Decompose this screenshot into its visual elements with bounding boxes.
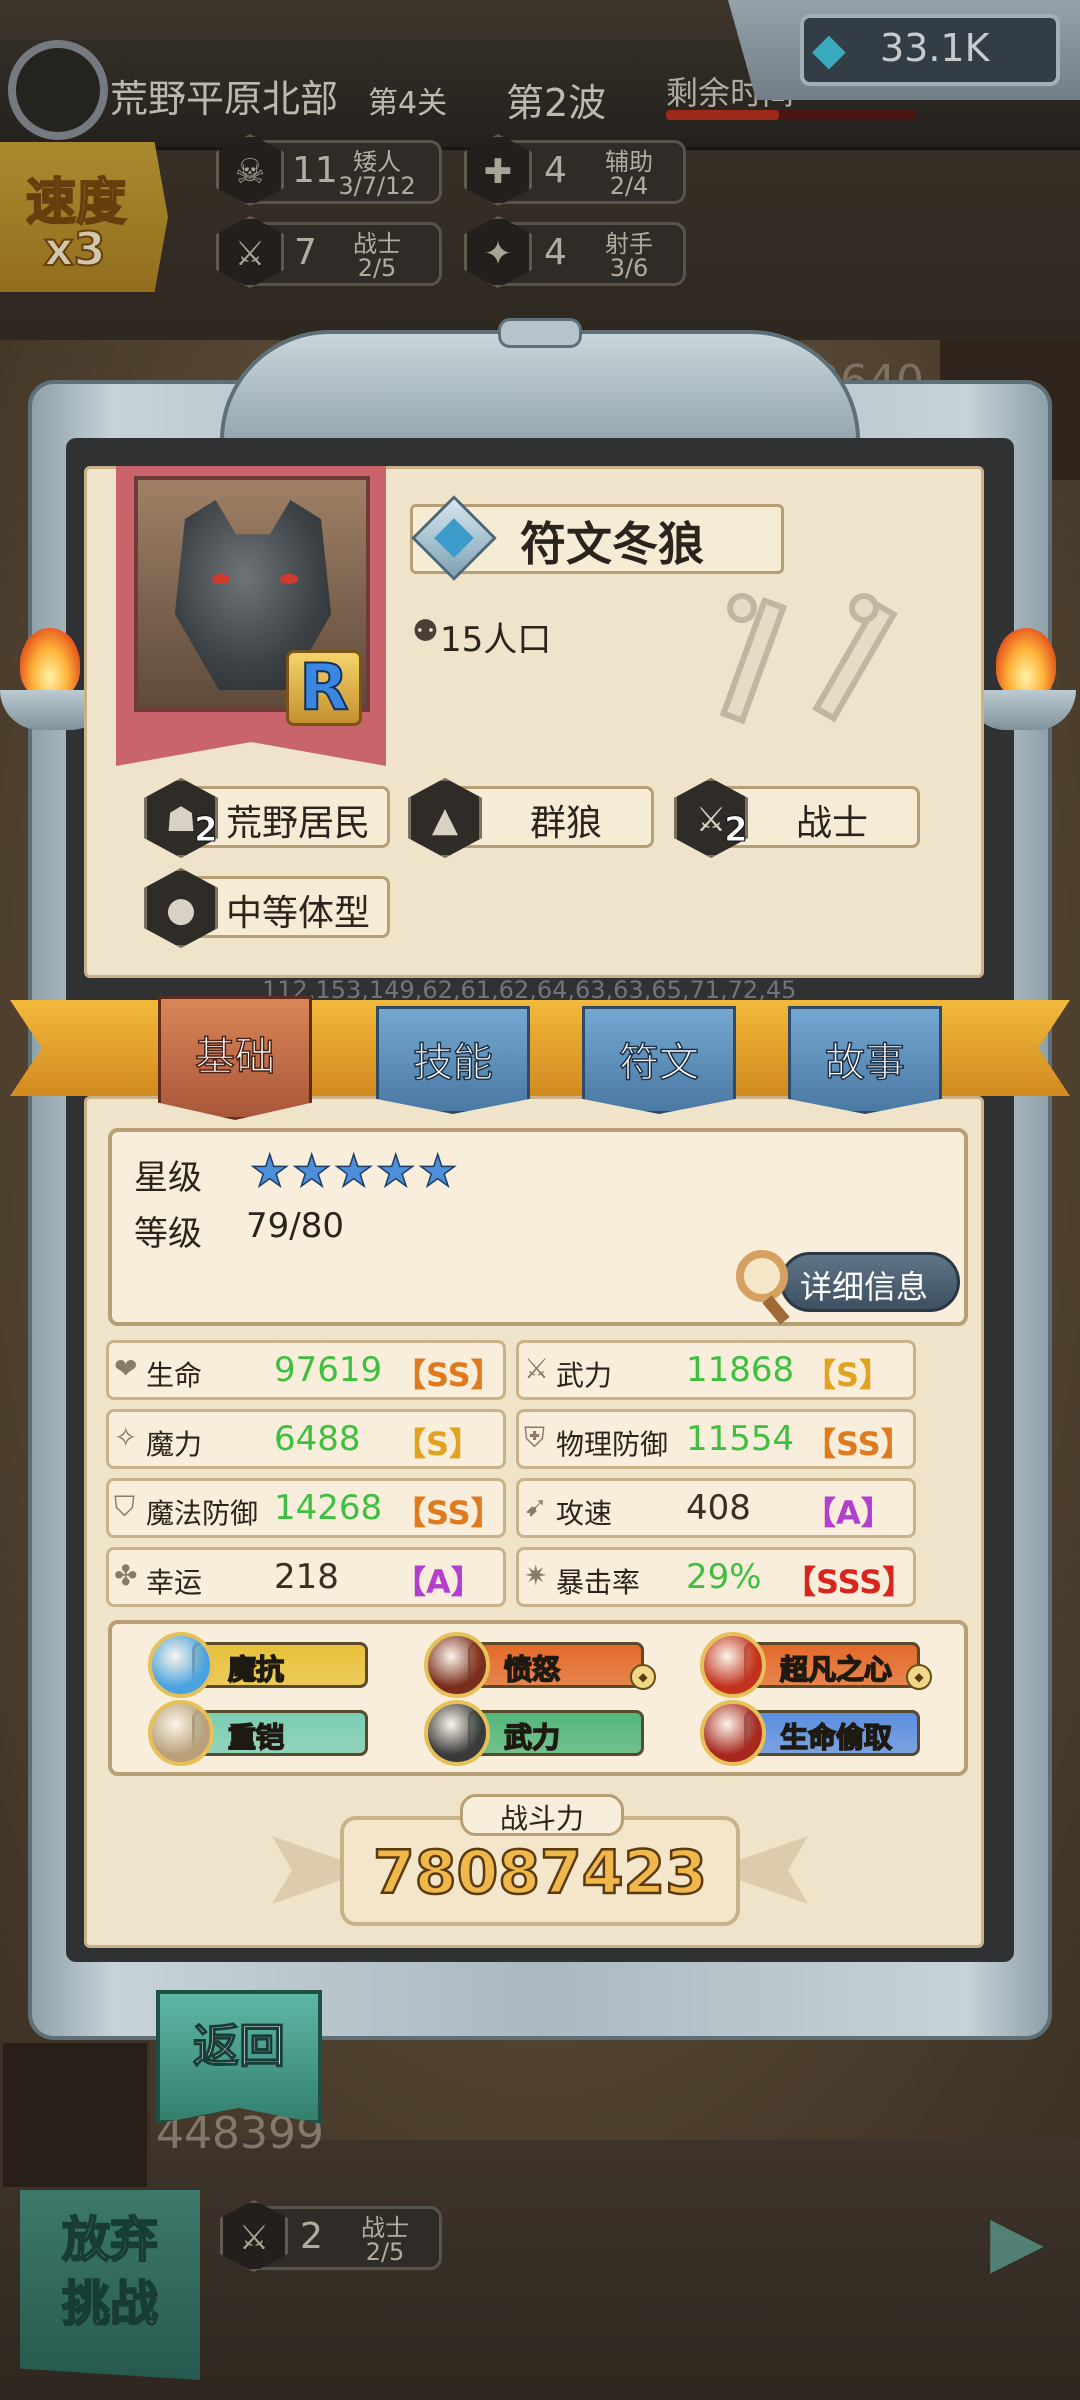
- magic-icon: ✧: [114, 1421, 138, 1454]
- stat-grade: 【SS】: [394, 1356, 503, 1394]
- combat-power-value: 78087423: [372, 1837, 708, 1910]
- stat-grade: 【S】: [804, 1356, 892, 1394]
- stat-label: 幸运: [146, 1566, 203, 1599]
- stat-grade: 【A】: [804, 1494, 893, 1532]
- population-icon: ⚉: [412, 614, 439, 649]
- star-label: 星级: [134, 1158, 202, 1198]
- magnifier-icon: [736, 1250, 788, 1302]
- shield-icon: ⛨: [524, 1421, 546, 1454]
- stat-value: 14268: [274, 1488, 383, 1528]
- skill-name: 生命偷取: [779, 1720, 893, 1755]
- stat-label: 武力: [556, 1359, 613, 1392]
- stat-value: 408: [686, 1488, 751, 1528]
- level-value: 79/80: [246, 1206, 344, 1246]
- hero-population: 15人口: [440, 620, 552, 660]
- wolf-eye: [280, 574, 298, 584]
- stat-label: 攻速: [556, 1497, 613, 1530]
- tag-label: 战士: [796, 803, 869, 844]
- tag-label: 荒野居民: [226, 803, 371, 844]
- stat-grade: 【SS】: [804, 1425, 913, 1463]
- stat-label: 物理防御: [556, 1428, 669, 1461]
- stat-grade: 【A】: [394, 1563, 483, 1601]
- stat-value: 97619: [274, 1350, 383, 1390]
- star-icon: ★: [333, 1146, 374, 1197]
- tab-runes[interactable]: [582, 1006, 736, 1114]
- fury-icon: [424, 1632, 490, 1698]
- sword-icon: ⚔: [524, 1352, 550, 1385]
- debug-numbers: 112,153,149,62,61,62,64,63,63,65,71,72,4…: [262, 976, 797, 1004]
- stat-grade: 【S】: [394, 1425, 482, 1463]
- armor-icon: [148, 1700, 214, 1766]
- tab-basic[interactable]: [158, 996, 312, 1120]
- tag-count: 2: [194, 810, 219, 851]
- flame-heart-icon: [700, 1632, 766, 1698]
- hero-name: 符文冬狼: [520, 517, 704, 571]
- stat-label: 暴击率: [556, 1566, 641, 1599]
- tab-skills[interactable]: [376, 1006, 530, 1114]
- stat-label: 生命: [146, 1359, 203, 1392]
- frame-knob: [498, 318, 582, 348]
- combat-power-label: 战斗力: [499, 1802, 584, 1835]
- stat-value: 11554: [686, 1419, 795, 1459]
- magic-shield-icon: ⛉: [114, 1490, 136, 1523]
- wolf-eye: [212, 574, 230, 584]
- rarity-letter: R: [298, 650, 349, 726]
- stat-value: 29%: [686, 1557, 762, 1597]
- burst-icon: ✷: [524, 1559, 548, 1592]
- star-icon: ★: [249, 1146, 290, 1197]
- detail-info-label: 详细信息: [800, 1268, 929, 1306]
- skill-name: 重铠: [227, 1720, 285, 1755]
- tag-label: 群狼: [530, 803, 603, 844]
- heart-icon: ❤: [114, 1352, 138, 1385]
- tag-count: 2: [724, 810, 749, 851]
- skill-name: 武力: [503, 1720, 561, 1755]
- crossed-swords-icon: [719, 593, 898, 725]
- torch-flame-icon: [996, 628, 1056, 698]
- level-label: 等级: [134, 1214, 202, 1254]
- warrior-icon: [424, 1700, 490, 1766]
- stat-value: 11868: [686, 1350, 795, 1390]
- star-icon: ★: [375, 1146, 416, 1197]
- stat-grade: 【SSS】: [784, 1563, 915, 1601]
- torch-flame-icon: [20, 628, 80, 698]
- star-icon: ★: [291, 1146, 332, 1197]
- water-orb-icon: [148, 1632, 214, 1698]
- rarity-gem-icon: ◆: [906, 1664, 932, 1690]
- stat-grade: 【SS】: [394, 1494, 503, 1532]
- skill-name: 魔抗: [227, 1652, 285, 1687]
- lifesteal-icon: [700, 1700, 766, 1766]
- stat-value: 6488: [274, 1419, 361, 1459]
- clover-icon: ✤: [114, 1559, 138, 1592]
- stat-label: 魔力: [146, 1428, 203, 1461]
- boot-icon: ➹: [524, 1490, 548, 1523]
- tag-label: 中等体型: [226, 893, 371, 934]
- back-button-label: 返回: [192, 2018, 286, 2074]
- star-icon: ★: [417, 1146, 458, 1197]
- stat-value: 218: [274, 1557, 339, 1597]
- rarity-gem-icon: ◆: [630, 1664, 656, 1690]
- stat-label: 魔法防御: [146, 1497, 259, 1530]
- tab-story[interactable]: [788, 1006, 942, 1114]
